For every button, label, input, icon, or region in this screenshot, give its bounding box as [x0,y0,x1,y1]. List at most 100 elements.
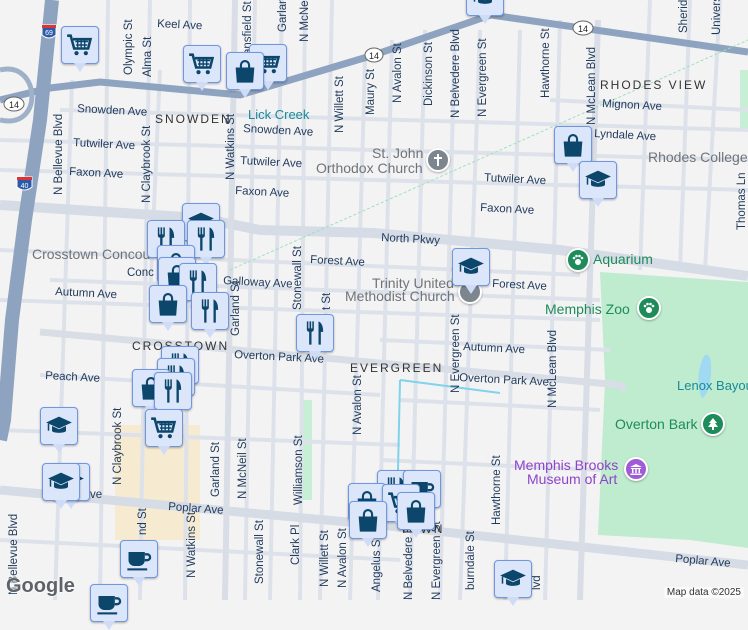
svg-text:burndale St: burndale St [465,530,477,590]
svg-text:N McLean Blvd: N McLean Blvd [547,330,559,408]
svg-text:N Avalon St: N Avalon St [352,374,364,435]
route-14-shield: 14 [572,20,594,36]
aquarium-label[interactable]: Aquarium [593,251,653,267]
bag-icon [559,131,587,159]
svg-text:69: 69 [45,30,53,37]
overton-bark-label[interactable]: Overton Bark [615,416,698,432]
grocery-marker[interactable] [61,26,99,72]
svg-text:Garlan: Garlan [277,0,289,32]
svg-text:Lyndale Ave: Lyndale Ave [594,128,657,143]
svg-text:N Bellevue Blvd: N Bellevue Blvd [53,114,65,195]
trinity-church-label[interactable]: Methodist Church [345,288,455,304]
svg-text:Faxon Ave: Faxon Ave [69,166,124,181]
zoo-paw-icon[interactable] [637,296,661,320]
svg-text:Snowden Ave: Snowden Ave [77,103,148,119]
svg-text:Stonewall St: Stonewall St [292,245,304,310]
svg-text:N Avalon St: N Avalon St [337,527,349,588]
svg-text:N Willett St: N Willett St [319,529,331,587]
svg-text:N McNeil St: N McNeil St [237,437,249,499]
shopping-marker[interactable] [397,492,435,538]
aquarium-paw-icon[interactable] [566,248,590,272]
school-marker[interactable] [40,407,78,453]
svg-text:ve: ve [90,489,102,501]
crosstown-concourse-label[interactable]: Crosstown Concou [32,246,150,262]
svg-text:Forest Ave: Forest Ave [310,254,365,269]
school-marker[interactable] [42,463,80,509]
bag-icon [154,290,182,318]
svg-text:14: 14 [578,24,588,34]
cart-icon [188,50,216,78]
memphis-zoo-label[interactable]: Memphis Zoo [545,301,630,317]
green-top-right [740,70,748,130]
svg-text:Hawthorne St: Hawthorne St [540,28,552,98]
interstate-69-shield: 69 [41,24,57,39]
svg-text:Garland St: Garland St [230,280,242,336]
shopping-marker[interactable] [226,52,264,98]
svg-text:N Claybrook St: N Claybrook St [112,407,124,485]
svg-text:Hawthorne St: Hawthorne St [491,455,503,525]
svg-text:Univers: Univers [711,0,723,35]
svg-text:Tutwiler Ave: Tutwiler Ave [73,137,136,152]
shopping-marker[interactable] [349,501,387,547]
svg-text:N Watkins St: N Watkins St [225,113,237,180]
restaurant-marker[interactable] [154,372,192,418]
park-tree-icon[interactable] [701,412,725,436]
svg-text:Maury St: Maury St [365,68,377,115]
graduation-cap-icon [45,412,73,440]
bag-icon [231,57,259,85]
church-cross-icon[interactable] [426,148,450,172]
svg-text:Alma St: Alma St [142,36,154,77]
graduation-cap-icon [471,0,499,11]
graduation-cap-icon [457,253,485,281]
svg-text:Clark Pl: Clark Pl [290,525,302,565]
school-marker[interactable] [579,161,617,207]
svg-text:Williamson St: Williamson St [293,435,305,505]
church-label[interactable]: St. John [372,145,423,161]
svg-text:t St: t St [321,292,333,310]
coffee-cup-icon [125,545,153,573]
restaurant-marker[interactable] [191,292,229,338]
school-marker[interactable] [452,248,490,294]
museum-label[interactable]: Museum of Art [527,471,617,487]
cart-icon [150,414,178,442]
svg-text:Dickinson St: Dickinson St [423,41,435,106]
lenox-bayou-label: Lenox Bayou [677,378,748,393]
svg-text:40: 40 [21,183,29,190]
church-label[interactable]: Orthodox Church [316,160,423,176]
graduation-cap-icon [584,166,612,194]
svg-text:Peach Ave: Peach Ave [45,370,100,385]
svg-text:Mignon Ave: Mignon Ave [602,98,662,113]
svg-text:Tutwiler Ave: Tutwiler Ave [240,155,303,170]
cafe-marker[interactable] [90,584,128,630]
fork-knife-icon [159,377,187,405]
svg-text:N Belvedere Blvd: N Belvedere Blvd [450,29,462,118]
school-marker[interactable] [466,0,504,24]
fork-knife-icon [196,297,224,325]
svg-text:14: 14 [9,100,19,110]
svg-text:Faxon Ave: Faxon Ave [235,185,290,200]
rhodes-college-label[interactable]: Rhodes College [648,149,748,165]
svg-text:N Evergreen St: N Evergreen St [450,314,462,393]
school-marker[interactable] [494,560,532,606]
svg-text:N McLean Blvd: N McLean Blvd [586,47,598,125]
shopping-marker[interactable] [149,285,187,331]
svg-text:N McNei: N McNei [299,0,311,42]
coffee-cup-icon [95,589,123,617]
map-attribution[interactable]: Map data ©2025 [663,587,744,598]
cafe-marker[interactable] [120,540,158,586]
shopping-marker[interactable] [554,126,592,172]
google-logo[interactable]: Google [6,575,75,598]
svg-text:Keel Ave: Keel Ave [157,18,203,32]
fork-knife-icon [301,319,329,347]
museum-icon[interactable] [624,457,648,481]
svg-text:Autumn Ave: Autumn Ave [463,341,525,356]
svg-text:Poplar Ave: Poplar Ave [675,553,731,570]
svg-text:N Evergreen St: N Evergreen St [431,521,443,600]
route-14-shield: 14 [364,47,384,63]
restaurant-marker[interactable] [296,314,334,360]
grocery-marker[interactable] [183,45,221,91]
grocery-marker[interactable] [145,409,183,455]
cart-icon [66,31,94,59]
svg-text:lvd: lvd [531,575,543,590]
svg-text:Olympic St: Olympic St [123,19,135,75]
